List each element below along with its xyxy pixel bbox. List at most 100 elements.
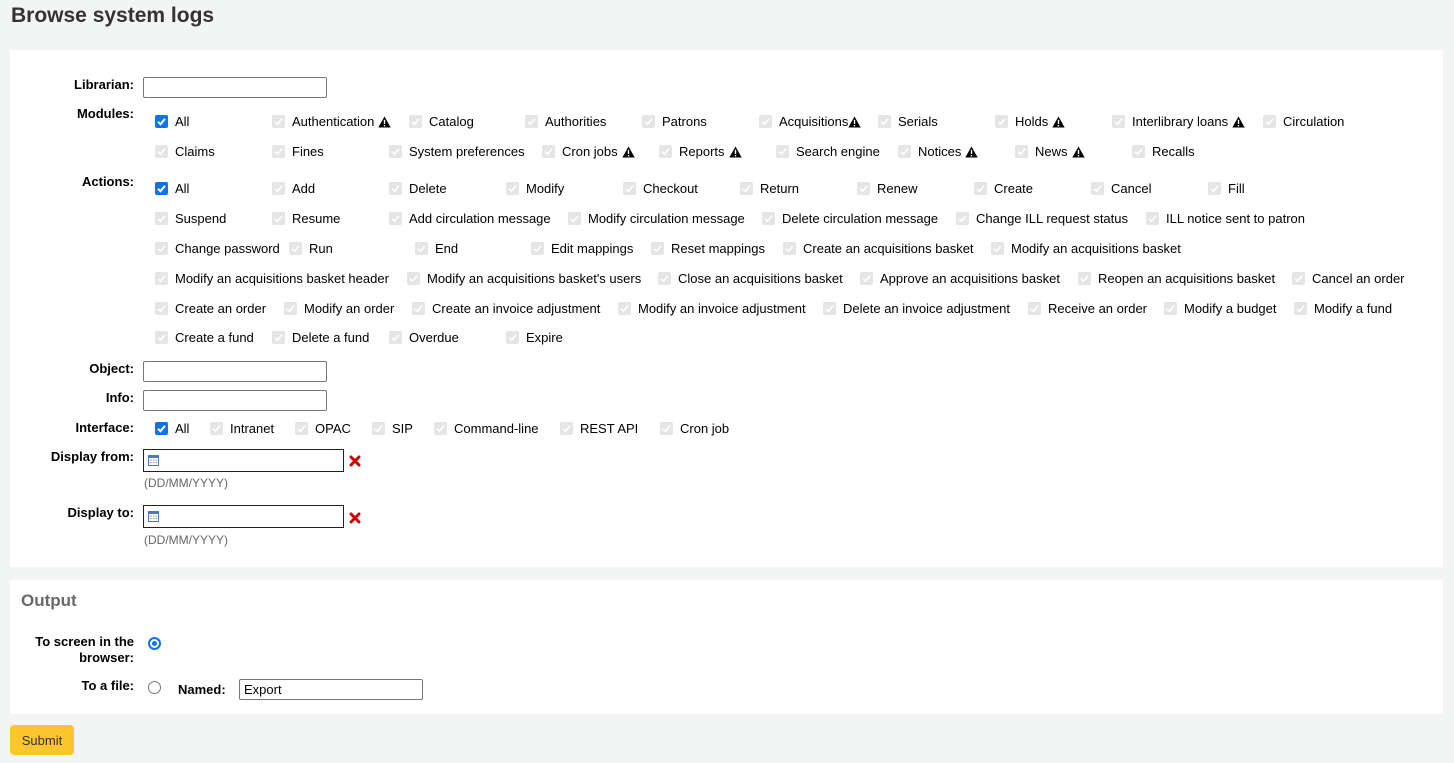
action-checkbox-return[interactable]: Return [740,181,799,196]
checkbox-input[interactable] [295,422,308,435]
checkbox-input[interactable] [898,145,911,158]
action-checkbox-modify-an-invoice-adjustment[interactable]: Modify an invoice adjustment [618,301,806,316]
action-checkbox-reset-mappings[interactable]: Reset mappings [651,241,765,256]
action-checkbox-fill[interactable]: Fill [1208,181,1245,196]
action-checkbox-modify-an-acquisitions-basket-header[interactable]: Modify an acquisitions basket header [155,271,389,286]
action-checkbox-end[interactable]: End [415,241,458,256]
checkbox-input[interactable] [1294,302,1307,315]
module-checkbox-claims[interactable]: Claims [155,144,215,159]
checkbox-input[interactable] [389,212,402,225]
checkbox-input[interactable] [642,115,655,128]
action-checkbox-delete[interactable]: Delete [389,181,447,196]
interface-checkbox-sip[interactable]: SIP [372,421,413,436]
checkbox-input[interactable] [389,331,402,344]
checkbox-input[interactable] [389,145,402,158]
checkbox-input[interactable] [525,115,538,128]
checkbox-input[interactable] [531,242,544,255]
action-checkbox-modify-circulation-message[interactable]: Modify circulation message [568,211,745,226]
interface-checkbox-rest-api[interactable]: REST API [560,421,638,436]
checkbox-input[interactable] [974,182,987,195]
module-checkbox-serials[interactable]: Serials [878,114,938,129]
action-checkbox-reopen-an-acquisitions-basket[interactable]: Reopen an acquisitions basket [1078,271,1275,286]
clear-date-to-icon[interactable] [349,512,361,524]
action-checkbox-create[interactable]: Create [974,181,1033,196]
checkbox-input[interactable] [1015,145,1028,158]
checkbox-input[interactable] [155,331,168,344]
submit-button[interactable]: Submit [10,725,74,755]
action-checkbox-delete-circulation-message[interactable]: Delete circulation message [762,211,938,226]
checkbox-input[interactable] [1146,212,1159,225]
action-checkbox-add[interactable]: Add [272,181,315,196]
checkbox-input[interactable] [740,182,753,195]
checkbox-input[interactable] [860,272,873,285]
checkbox-input[interactable] [1208,182,1221,195]
display-from-input[interactable] [143,449,344,472]
action-checkbox-approve-an-acquisitions-basket[interactable]: Approve an acquisitions basket [860,271,1060,286]
module-checkbox-patrons[interactable]: Patrons [642,114,707,129]
module-checkbox-fines[interactable]: Fines [272,144,324,159]
checkbox-input[interactable] [618,302,631,315]
checkbox-input[interactable] [1132,145,1145,158]
action-checkbox-create-an-order[interactable]: Create an order [155,301,266,316]
module-checkbox-recalls[interactable]: Recalls [1132,144,1195,159]
checkbox-input[interactable] [659,145,672,158]
to-screen-radio[interactable] [148,637,161,650]
checkbox-input[interactable] [210,422,223,435]
checkbox-input[interactable] [415,242,428,255]
module-checkbox-authorities[interactable]: Authorities [525,114,606,129]
module-checkbox-system-preferences[interactable]: System preferences [389,144,525,159]
checkbox-input[interactable] [1091,182,1104,195]
module-checkbox-holds[interactable]: Holds [995,114,1065,129]
checkbox-input[interactable] [434,422,447,435]
checkbox-input[interactable] [956,212,969,225]
action-checkbox-modify-an-acquisitions-basket-s-users[interactable]: Modify an acquisitions basket's users [407,271,641,286]
checkbox-input[interactable] [542,145,555,158]
checkbox-input[interactable] [409,115,422,128]
checkbox-input[interactable] [1078,272,1091,285]
checkbox-input[interactable] [155,242,168,255]
action-checkbox-create-an-invoice-adjustment[interactable]: Create an invoice adjustment [412,301,600,316]
checkbox-input[interactable] [1263,115,1276,128]
action-checkbox-cancel-an-order[interactable]: Cancel an order [1292,271,1405,286]
checkbox-input[interactable] [1112,115,1125,128]
checkbox-input[interactable] [272,115,285,128]
module-checkbox-acquisitions[interactable]: Acquisitions [759,114,862,129]
librarian-input[interactable] [143,77,327,98]
action-checkbox-modify-a-fund[interactable]: Modify a fund [1294,301,1392,316]
action-checkbox-checkout[interactable]: Checkout [623,181,698,196]
checkbox-input[interactable] [1292,272,1305,285]
module-checkbox-news[interactable]: News [1015,144,1085,159]
checkbox-input[interactable] [272,212,285,225]
checkbox-input[interactable] [272,182,285,195]
action-checkbox-renew[interactable]: Renew [857,181,917,196]
checkbox-input[interactable] [506,182,519,195]
checkbox-input[interactable] [759,115,772,128]
action-checkbox-all[interactable]: All [155,181,189,196]
checkbox-input[interactable] [560,422,573,435]
checkbox-input[interactable] [155,115,168,128]
module-checkbox-reports[interactable]: Reports [659,144,742,159]
action-checkbox-delete-a-fund[interactable]: Delete a fund [272,330,369,345]
module-checkbox-authentication[interactable]: Authentication [272,114,392,129]
object-input[interactable] [143,361,327,382]
checkbox-input[interactable] [660,422,673,435]
checkbox-input[interactable] [389,182,402,195]
checkbox-input[interactable] [284,302,297,315]
checkbox-input[interactable] [272,331,285,344]
checkbox-input[interactable] [995,115,1008,128]
action-checkbox-change-ill-request-status[interactable]: Change ILL request status [956,211,1128,226]
action-checkbox-close-an-acquisitions-basket[interactable]: Close an acquisitions basket [658,271,843,286]
action-checkbox-receive-an-order[interactable]: Receive an order [1028,301,1147,316]
action-checkbox-create-an-acquisitions-basket[interactable]: Create an acquisitions basket [783,241,974,256]
interface-checkbox-command-line[interactable]: Command-line [434,421,539,436]
checkbox-input[interactable] [762,212,775,225]
checkbox-input[interactable] [407,272,420,285]
action-checkbox-cancel[interactable]: Cancel [1091,181,1151,196]
checkbox-input[interactable] [289,242,302,255]
interface-checkbox-opac[interactable]: OPAC [295,421,351,436]
checkbox-input[interactable] [568,212,581,225]
action-checkbox-edit-mappings[interactable]: Edit mappings [531,241,633,256]
display-to-input[interactable] [143,505,344,528]
checkbox-input[interactable] [155,422,168,435]
clear-date-from-icon[interactable] [349,455,361,467]
